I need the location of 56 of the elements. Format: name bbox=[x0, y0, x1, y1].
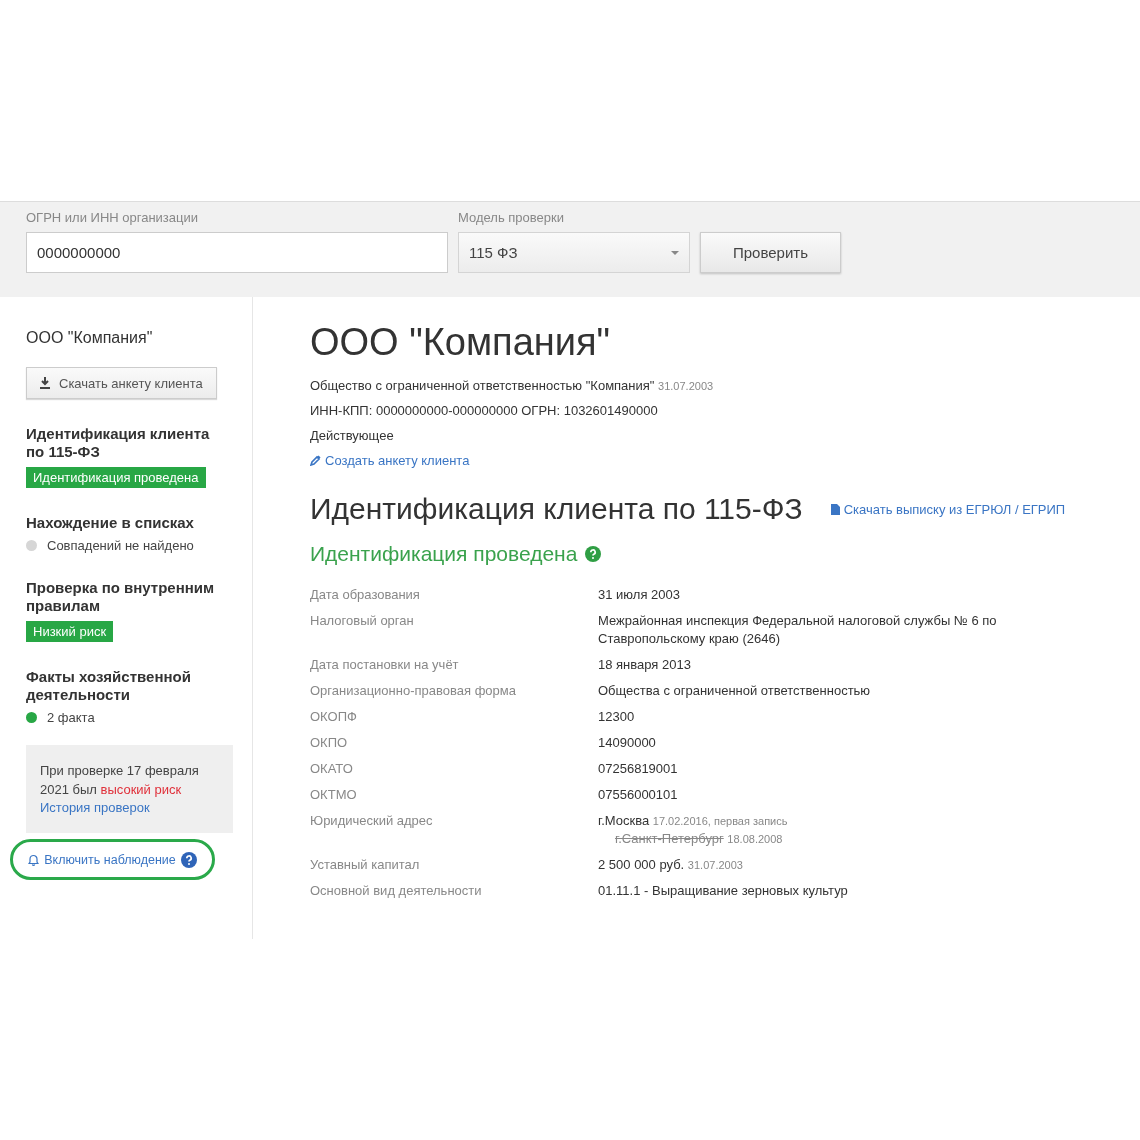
field-name: Юридический адрес bbox=[310, 812, 434, 830]
field-name: Налоговый орган bbox=[310, 612, 415, 630]
create-link[interactable]: Создать анкету клиента bbox=[310, 453, 1140, 468]
field-value: г.Москва 17.02.2016, первая запись bbox=[598, 813, 788, 828]
result-text: Идентификация проведена bbox=[310, 542, 578, 566]
field-name: Уставный капитал bbox=[310, 856, 421, 874]
field-value: 2 500 000 руб. 31.07.2003 bbox=[598, 857, 743, 872]
field-value: 07556000101 bbox=[598, 787, 678, 802]
download-button[interactable]: Скачать анкету клиента bbox=[26, 367, 217, 399]
section-title: Факты хозяйственной деятельности bbox=[26, 668, 192, 704]
field-value: 07256819001 bbox=[598, 761, 678, 776]
company-title: ООО "Компания" bbox=[310, 321, 612, 364]
field-name: ОКОПФ bbox=[310, 708, 358, 726]
section-title: Нахождение в списках bbox=[26, 514, 195, 532]
field-name: ОКАТО bbox=[310, 760, 354, 778]
field-name: Дата постановки на учёт bbox=[310, 656, 460, 674]
pencil-icon bbox=[310, 455, 321, 466]
field-label: ОГРН или ИНН организации bbox=[26, 210, 200, 227]
bell-icon bbox=[28, 853, 40, 866]
company-status: Действующее bbox=[310, 428, 395, 443]
field-value: 01.11.1 - Выращивание зерновых культур bbox=[598, 883, 848, 898]
previous-value: г.Санкт-Петербург 18.08.2008 bbox=[615, 831, 783, 846]
field-name: ОКТМО bbox=[310, 786, 358, 804]
company-name: ООО "Компания" bbox=[26, 329, 154, 347]
full-name: Общество с ограниченной ответственностью "Компания" 31.07.2003 bbox=[310, 378, 715, 393]
search-field[interactable]: 0000000000 bbox=[26, 232, 448, 273]
section-title: Проверка по внутренним правилам bbox=[26, 579, 216, 615]
company-ids: ИНН-КПП: 0000000000-000000000 ОГРН: 1032601490000 bbox=[310, 403, 659, 418]
caret-icon bbox=[671, 250, 679, 255]
field-value: 31 июля 2003 bbox=[598, 587, 680, 602]
field-name: ОКПО bbox=[310, 734, 349, 752]
status-badge: Низкий риск bbox=[26, 621, 114, 642]
field-name: Основной вид деятельности bbox=[310, 882, 483, 900]
check-button[interactable]: Проверить bbox=[700, 232, 841, 273]
status-text: Совпадений не найдено bbox=[47, 538, 194, 553]
field-value: 18 января 2013 bbox=[598, 657, 691, 672]
help-icon[interactable] bbox=[180, 851, 197, 868]
model-select[interactable]: 115 ФЗ bbox=[458, 232, 690, 273]
field-value: Межрайонная инспекция Федеральной налоговой службы № 6 по Ставропольскому краю (2646) bbox=[598, 613, 997, 646]
help-icon[interactable] bbox=[585, 546, 602, 562]
field-value: 14090000 bbox=[598, 735, 656, 750]
field-value: 12300 bbox=[598, 709, 635, 724]
status-badge: Идентификация проведена bbox=[26, 467, 206, 488]
extract-link[interactable]: Скачать выписку из ЕГРЮЛ / ЕГРИП bbox=[830, 501, 1066, 517]
history-link[interactable]: История проверок bbox=[40, 799, 219, 817]
document-icon bbox=[830, 503, 840, 515]
field-value: Общества с ограниченной ответственностью bbox=[598, 683, 871, 698]
status-text: 2 факта bbox=[47, 710, 95, 725]
section-heading: Идентификация клиента по 115-ФЗ bbox=[310, 492, 803, 526]
download-icon bbox=[39, 377, 51, 389]
notice-text: При проверке 17 февраля 2021 был высокий риск История проверок bbox=[40, 763, 219, 817]
watch-button[interactable]: Включить наблюдение bbox=[10, 839, 215, 880]
field-label: Модель проверки bbox=[458, 210, 565, 227]
section-title: Идентификация клиента по 115-ФЗ bbox=[26, 425, 211, 461]
field-name: Дата образования bbox=[310, 586, 421, 604]
field-name: Организационно-правовая форма bbox=[310, 682, 517, 700]
